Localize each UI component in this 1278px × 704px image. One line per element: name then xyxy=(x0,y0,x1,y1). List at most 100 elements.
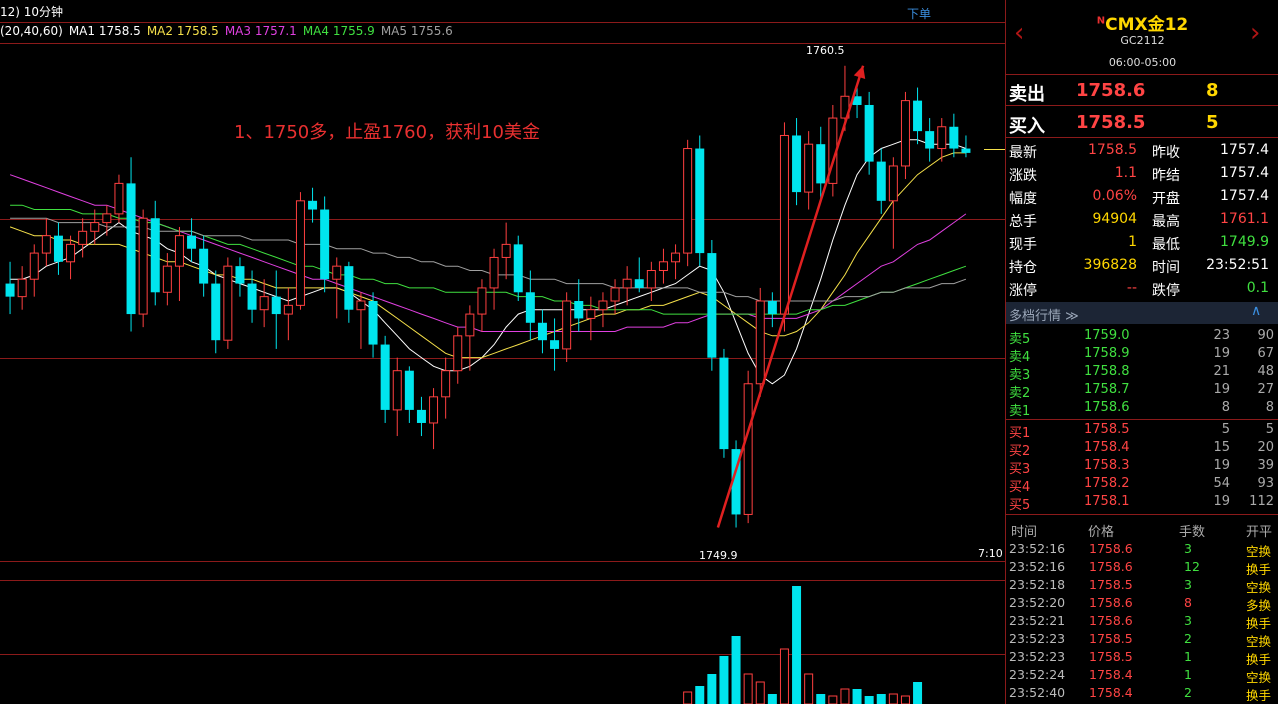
candle-body xyxy=(162,265,172,293)
candle-body xyxy=(719,357,729,450)
depth-total: 67 xyxy=(1257,346,1274,361)
chart-title: 12) 10分钟 xyxy=(0,5,64,19)
depth-volume: 23 xyxy=(1213,328,1230,343)
candle-body xyxy=(174,235,184,267)
time-axis-label: 7:10 xyxy=(978,547,1003,560)
depth-header[interactable]: 多档行情 ≫ ∧ xyxy=(1006,302,1278,324)
low-price-label: 1749.9 xyxy=(699,549,738,562)
ask-row[interactable]: 卖5 1759.0 23 90 xyxy=(1006,327,1278,347)
depth-price: 1758.2 xyxy=(1084,476,1130,491)
ma-legend-item: MA4 1755.9 xyxy=(302,24,375,38)
candle-body xyxy=(126,183,136,315)
volume-bar xyxy=(864,696,874,704)
high-price-label: 1760.5 xyxy=(806,44,845,57)
instrument-name: NCMX金12 xyxy=(1006,10,1278,35)
candle-body xyxy=(235,266,245,284)
tick-time: 23:52:20 xyxy=(1009,595,1066,610)
candle-body xyxy=(513,244,523,293)
quote-value: 1757.4 xyxy=(1220,165,1269,181)
sell-row[interactable]: 卖出 1758.6 8 xyxy=(1006,75,1278,105)
candle-body xyxy=(66,243,76,263)
candlestick-chart[interactable] xyxy=(0,0,1005,704)
depth-total: 90 xyxy=(1257,328,1274,343)
trade-annotation: 1、1750多，止盈1760，获利10美金 xyxy=(234,122,540,143)
depth-title[interactable]: 多档行情 ≫ xyxy=(1009,305,1079,324)
volume-bar xyxy=(852,689,862,704)
volume-bar xyxy=(913,682,923,704)
ask-row[interactable]: 卖2 1758.7 19 27 xyxy=(1006,381,1278,401)
ask-row[interactable]: 卖4 1758.9 19 67 xyxy=(1006,345,1278,365)
depth-total: 48 xyxy=(1257,364,1274,379)
ma-legend-item: (20,40,60) xyxy=(0,24,63,38)
bid-row[interactable]: 买3 1758.3 19 39 xyxy=(1006,457,1278,477)
candle-body xyxy=(295,200,305,306)
bid-row[interactable]: 买4 1758.2 54 93 xyxy=(1006,475,1278,495)
depth-volume: 19 xyxy=(1213,382,1230,397)
candle-body xyxy=(888,165,898,202)
volume-bar xyxy=(816,694,826,704)
depth-volume: 8 xyxy=(1221,400,1230,415)
depth-price: 1758.1 xyxy=(1084,494,1130,509)
candle-body xyxy=(429,396,439,424)
buy-qty: 5 xyxy=(1206,112,1219,133)
tick-time: 23:52:23 xyxy=(1009,649,1066,664)
depth-volume: 5 xyxy=(1221,422,1230,437)
candle-body xyxy=(283,304,293,315)
candle-body xyxy=(271,296,281,315)
volume-bar xyxy=(683,691,693,704)
collapse-icon[interactable]: ∧ xyxy=(1251,303,1261,319)
ask-row[interactable]: 卖1 1758.6 8 8 xyxy=(1006,399,1278,419)
bid-row[interactable]: 买2 1758.4 15 20 xyxy=(1006,439,1278,459)
candle-body xyxy=(441,370,451,398)
tick-qty: 12 xyxy=(1184,559,1200,574)
quote-key: 涨停 xyxy=(1009,283,1037,299)
tick-row: 23:52:23 1758.5 2 空换 xyxy=(1006,630,1278,649)
depth-total: 93 xyxy=(1257,476,1274,491)
tick-row: 23:52:23 1758.5 1 换手 xyxy=(1006,648,1278,667)
tick-price: 1758.5 xyxy=(1089,577,1133,592)
quote-row: 涨跌 1.1 昨结 1757.4 xyxy=(1006,162,1278,185)
volume-bar xyxy=(695,686,705,704)
candle-body xyxy=(562,300,572,350)
chart-topbar: 12) 10分钟 下单 xyxy=(0,0,1005,23)
candle-body xyxy=(925,131,935,149)
depth-volume: 15 xyxy=(1213,440,1230,455)
bid-row[interactable]: 买5 1758.1 19 112 xyxy=(1006,493,1278,513)
depth-price: 1759.0 xyxy=(1084,328,1130,343)
candle-body xyxy=(416,409,426,423)
depth-price: 1758.7 xyxy=(1084,382,1130,397)
ask-row[interactable]: 卖3 1758.8 21 48 xyxy=(1006,363,1278,383)
candle-body xyxy=(53,235,63,262)
bid-row[interactable]: 买1 1758.5 5 5 xyxy=(1006,421,1278,441)
buy-row[interactable]: 买入 1758.5 5 xyxy=(1006,107,1278,137)
volume-bar xyxy=(767,694,777,704)
candle-body xyxy=(332,265,342,280)
candle-body xyxy=(779,134,789,315)
candle-body xyxy=(453,335,463,372)
tick-row: 23:52:16 1758.6 12 换手 xyxy=(1006,558,1278,577)
candle-body xyxy=(138,217,148,315)
candle-body xyxy=(816,144,826,184)
chart-area[interactable]: 12) 10分钟 下单 (20,40,60) MA1 1758.5 MA2 1758… xyxy=(0,0,1005,704)
tick-time: 23:52:18 xyxy=(1009,577,1066,592)
candle-body xyxy=(683,148,693,254)
depth-level: 买5 xyxy=(1009,498,1031,513)
volume-bar xyxy=(876,694,886,704)
instrument-code: GC2112 xyxy=(1120,34,1165,47)
candle-body xyxy=(392,370,402,411)
ticks-header: 时间 价格 手数 开平 xyxy=(1006,520,1278,540)
order-link[interactable]: 下单 xyxy=(907,5,931,22)
depth-total: 5 xyxy=(1265,422,1274,437)
depth-price: 1758.5 xyxy=(1084,422,1130,437)
candle-body xyxy=(247,283,257,310)
candle-body xyxy=(5,283,15,297)
quote-key: 最新 xyxy=(1009,145,1037,161)
tick-price: 1758.6 xyxy=(1089,559,1133,574)
quote-value: 23:52:51 xyxy=(1206,257,1269,273)
quote-key: 开盘 xyxy=(1152,191,1180,207)
ma-legend-item: MA5 1755.6 xyxy=(380,24,453,38)
quote-key: 总手 xyxy=(1009,214,1037,230)
candle-body xyxy=(949,126,959,149)
candle-body xyxy=(465,313,475,337)
volume-bar xyxy=(707,674,717,704)
